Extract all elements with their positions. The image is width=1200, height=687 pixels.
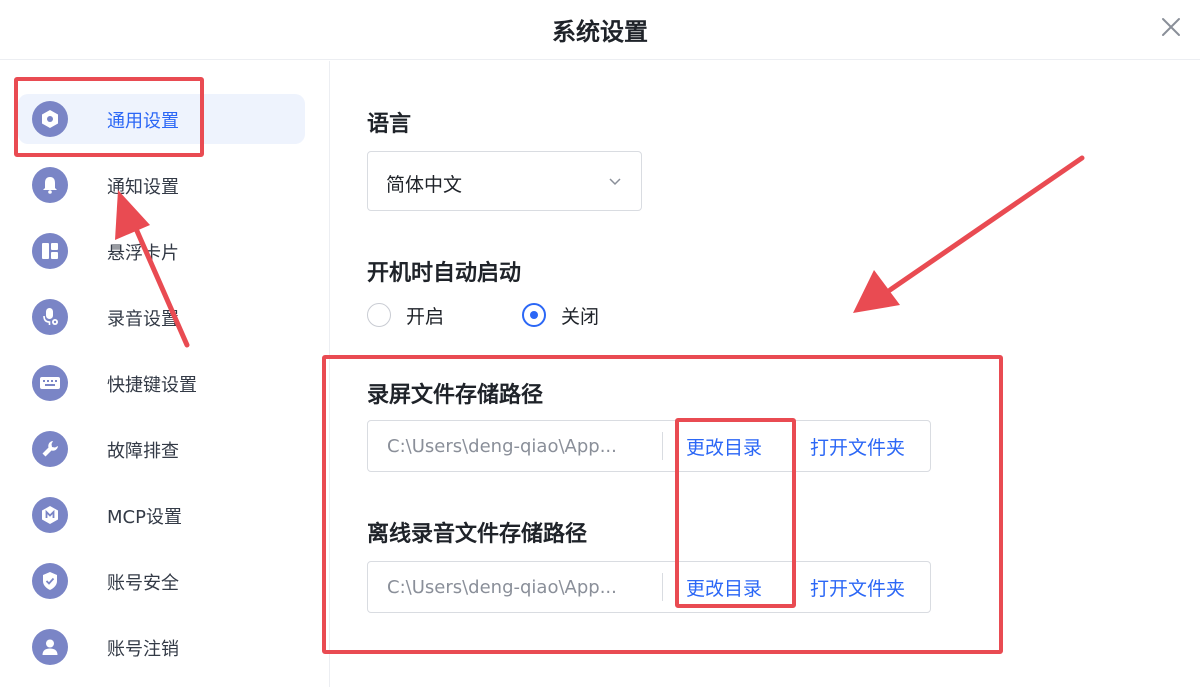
sidebar-item-account-security[interactable]: 账号安全 — [18, 556, 305, 606]
mcp-m-icon — [32, 497, 68, 533]
change-directory-button[interactable]: 更改目录 — [686, 433, 762, 460]
open-folder-button[interactable]: 打开文件夹 — [810, 433, 905, 460]
sidebar-item-troubleshoot[interactable]: 故障排查 — [18, 424, 305, 474]
record-path-input[interactable] — [369, 422, 661, 470]
record-path-field: 更改目录 打开文件夹 — [367, 420, 931, 472]
sidebar-item-floating-card[interactable]: 悬浮卡片 — [18, 226, 305, 276]
radio-label: 关闭 — [561, 306, 600, 328]
offline-path-field: 更改目录 打开文件夹 — [367, 561, 931, 613]
general-settings-panel: 语言 简体中文 开机时自动启动 开启 关闭 录屏文件存储路径 更改目录 打开文件… — [331, 61, 1200, 687]
radio-circle — [522, 303, 546, 327]
sidebar-item-notification[interactable]: 通知设置 — [18, 160, 305, 210]
shield-check-icon — [32, 563, 68, 599]
offline-path-input[interactable] — [369, 563, 661, 611]
sidebar-item-general[interactable]: 通用设置 — [18, 94, 305, 144]
sidebar-item-label: 快捷键设置 — [107, 375, 197, 396]
divider — [662, 573, 663, 601]
record-path-title: 录屏文件存储路径 — [367, 383, 544, 408]
wrench-icon — [32, 431, 68, 467]
change-directory-button[interactable]: 更改目录 — [686, 574, 762, 601]
user-icon — [32, 629, 68, 665]
settings-sidebar: 通用设置 通知设置 悬浮卡片 录音设置 快捷键设置 故障排查 MCP设置 账号安… — [0, 61, 330, 687]
sidebar-item-label: 录音设置 — [107, 309, 179, 330]
offline-path-title: 离线录音文件存储路径 — [367, 522, 588, 547]
close-icon — [1162, 18, 1180, 36]
language-select[interactable]: 简体中文 — [367, 151, 642, 211]
radio-dot — [530, 311, 538, 319]
keyboard-icon — [32, 365, 68, 401]
bell-icon — [32, 167, 68, 203]
sidebar-item-recording[interactable]: 录音设置 — [18, 292, 305, 342]
title-bar: 系统设置 — [0, 0, 1200, 60]
window-title: 系统设置 — [552, 18, 648, 46]
radio-label: 开启 — [406, 306, 445, 328]
chevron-down-icon — [609, 178, 621, 186]
language-title: 语言 — [367, 112, 412, 137]
radio-circle — [367, 303, 391, 327]
language-selected-value: 简体中文 — [386, 174, 463, 196]
hexagon-settings-icon — [32, 101, 68, 137]
divider — [662, 432, 663, 460]
sidebar-item-label: 账号注销 — [107, 639, 179, 660]
sidebar-item-mcp[interactable]: MCP设置 — [18, 490, 305, 540]
dashboard-card-icon — [32, 233, 68, 269]
sidebar-item-label: 故障排查 — [107, 441, 179, 462]
sidebar-item-label: 通用设置 — [107, 111, 179, 132]
sidebar-item-label: MCP设置 — [107, 507, 182, 528]
microphone-settings-icon — [32, 299, 68, 335]
close-button[interactable] — [1158, 14, 1184, 40]
autostart-title: 开机时自动启动 — [367, 261, 522, 286]
sidebar-item-label: 通知设置 — [107, 177, 179, 198]
sidebar-item-label: 账号安全 — [107, 573, 179, 594]
sidebar-item-shortcut[interactable]: 快捷键设置 — [18, 358, 305, 408]
sidebar-item-account-deletion[interactable]: 账号注销 — [18, 622, 305, 672]
open-folder-button[interactable]: 打开文件夹 — [810, 574, 905, 601]
sidebar-item-label: 悬浮卡片 — [107, 243, 179, 264]
